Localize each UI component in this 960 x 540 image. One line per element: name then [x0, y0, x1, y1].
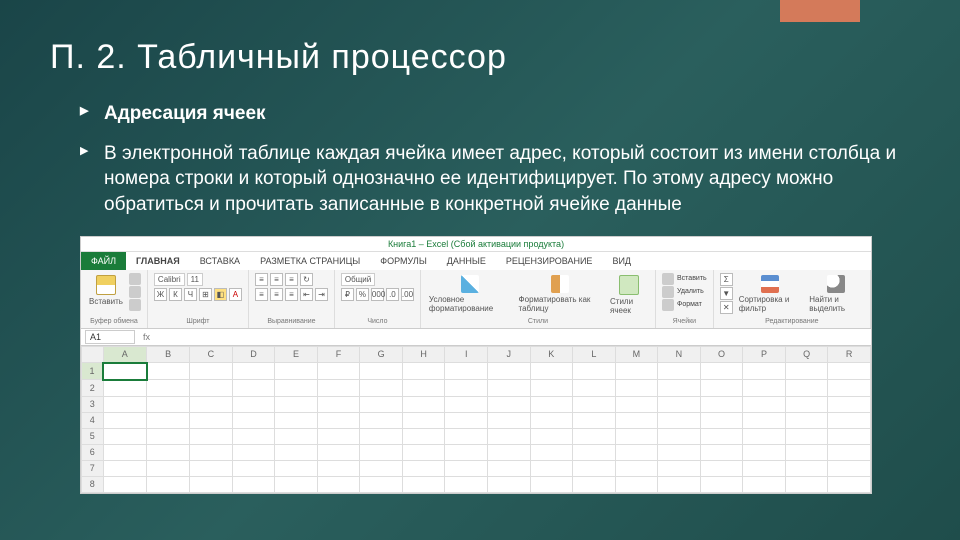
delete-cell[interactable]: Удалить	[662, 286, 707, 298]
copy-icon	[129, 286, 141, 298]
cut-icon	[129, 273, 141, 285]
accent-decoration	[780, 0, 860, 22]
clear-icon[interactable]: ✕	[720, 301, 733, 314]
slide-title: П. 2. Табличный процессор	[50, 38, 910, 77]
cell-styles[interactable]: Стили ячеек	[608, 273, 649, 317]
cond-icon	[461, 275, 479, 293]
ribbon: Вставить Буфер обмена Calibri11 ЖКЧ⊞◧A Ш…	[81, 270, 871, 329]
sort-filter[interactable]: Сортировка и фильтр	[737, 273, 804, 315]
tab-insert[interactable]: ВСТАВКА	[190, 252, 250, 270]
sum-icon[interactable]: Σ	[720, 273, 733, 286]
brush-icon	[129, 299, 141, 311]
delete-icon	[662, 286, 674, 298]
border-btn[interactable]: ⊞	[199, 288, 212, 301]
bullet-item: В электронной таблице каждая ячейка имее…	[80, 141, 910, 218]
bullet-item: Адресация ячеек	[80, 101, 910, 127]
excel-screenshot: Книга1 – Excel (Сбой активации продукта)…	[80, 236, 872, 494]
fill-btn[interactable]: ◧	[214, 288, 227, 301]
tab-home[interactable]: ГЛАВНАЯ	[126, 252, 190, 270]
insert-cell[interactable]: Вставить	[662, 273, 707, 285]
bold-btn[interactable]: Ж	[154, 288, 167, 301]
tab-pagelayout[interactable]: РАЗМЕТКА СТРАНИЦЫ	[250, 252, 370, 270]
fill-series-icon[interactable]: ▼	[720, 287, 733, 300]
paste-icon	[96, 275, 116, 295]
group-alignment: ≡≡≡↻ ≡≡≡⇤⇥ Выравнивание	[249, 270, 335, 328]
group-clipboard: Вставить Буфер обмена	[81, 270, 148, 328]
table-fmt-icon	[551, 275, 569, 293]
italic-btn[interactable]: К	[169, 288, 182, 301]
underline-btn[interactable]: Ч	[184, 288, 197, 301]
font-size[interactable]: 11	[187, 273, 203, 286]
tab-view[interactable]: ВИД	[602, 252, 641, 270]
ribbon-tabs: ФАЙЛ ГЛАВНАЯ ВСТАВКА РАЗМЕТКА СТРАНИЦЫ Ф…	[81, 252, 871, 270]
tab-formulas[interactable]: ФОРМУЛЫ	[370, 252, 437, 270]
bullet-list: Адресация ячеек В электронной таблице ка…	[80, 101, 910, 218]
format-icon	[662, 299, 674, 311]
insert-icon	[662, 273, 674, 285]
find-select[interactable]: Найти и выделить	[807, 273, 864, 315]
conditional-fmt[interactable]: Условное форматирование	[427, 273, 513, 315]
fx-icon[interactable]: fx	[143, 332, 150, 342]
sort-icon	[761, 275, 779, 293]
tab-review[interactable]: РЕЦЕНЗИРОВАНИЕ	[496, 252, 603, 270]
group-styles: Условное форматирование Форматировать ка…	[421, 270, 656, 328]
spreadsheet-grid[interactable]: ABCDEFGHIJKLMNOPQR 1 2 3 4 5 6 7 8	[81, 346, 871, 493]
font-name[interactable]: Calibri	[154, 273, 185, 286]
formula-bar: A1 fx	[81, 329, 871, 346]
group-font: Calibri11 ЖКЧ⊞◧A Шрифт	[148, 270, 249, 328]
tab-data[interactable]: ДАННЫЕ	[437, 252, 496, 270]
excel-titlebar: Книга1 – Excel (Сбой активации продукта)	[81, 237, 871, 252]
name-box[interactable]: A1	[85, 330, 135, 344]
number-format[interactable]: Общий	[341, 273, 375, 286]
color-btn[interactable]: A	[229, 288, 242, 301]
paste-button[interactable]: Вставить	[87, 273, 125, 308]
tab-file[interactable]: ФАЙЛ	[81, 252, 126, 270]
format-table[interactable]: Форматировать как таблицу	[517, 273, 604, 315]
group-editing: Σ▼✕ Сортировка и фильтр Найти и выделить…	[714, 270, 871, 328]
find-icon	[827, 275, 845, 293]
group-cells: Вставить Удалить Формат Ячейки	[656, 270, 714, 328]
cellstyle-icon	[619, 275, 639, 295]
group-number: Общий ₽%000.0.00 Число	[335, 270, 421, 328]
format-cell[interactable]: Формат	[662, 299, 707, 311]
